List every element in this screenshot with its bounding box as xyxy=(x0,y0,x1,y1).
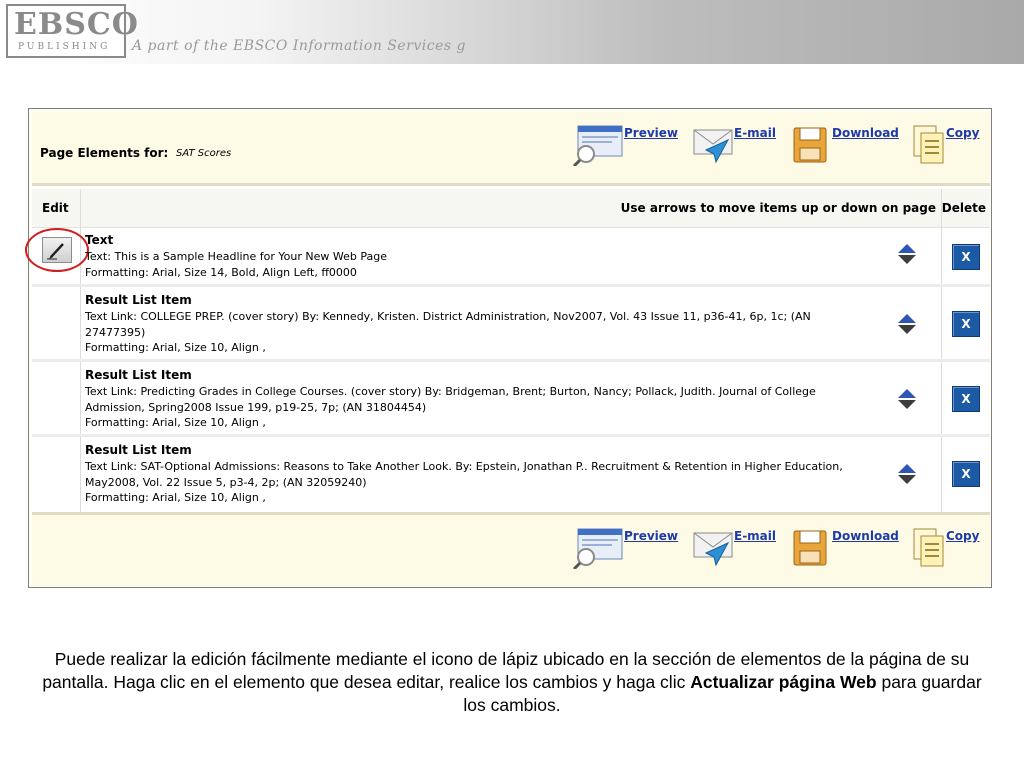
instructions-column-header: Use arrows to move items up or down on p… xyxy=(620,201,936,215)
copy-icon[interactable] xyxy=(912,124,946,166)
table-row: Result List Item Text Link: SAT-Optional… xyxy=(32,437,990,512)
preview-icon[interactable] xyxy=(572,124,624,166)
row-formatting: Formatting: Arial, Size 14, Bold, Align … xyxy=(85,265,357,279)
caption-bold: Actualizar página Web xyxy=(690,672,877,692)
delete-button[interactable]: X xyxy=(952,386,980,412)
delete-button[interactable]: X xyxy=(952,461,980,487)
row-title: Result List Item xyxy=(85,443,192,457)
preview-link[interactable]: Preview xyxy=(624,529,678,543)
move-arrows-icon[interactable] xyxy=(897,388,917,410)
row-text: Text Link: Predicting Grades in College … xyxy=(85,385,816,414)
table-header: Edit Use arrows to move items up or down… xyxy=(32,189,990,228)
tagline: A part of the EBSCO Information Services… xyxy=(132,38,466,54)
row-formatting: Formatting: Arial, Size 10, Align , xyxy=(85,341,266,354)
move-arrows-icon[interactable] xyxy=(897,313,917,335)
row-formatting: Formatting: Arial, Size 10, Align , xyxy=(85,416,266,429)
row-title: Result List Item xyxy=(85,368,192,382)
email-icon[interactable] xyxy=(692,124,734,166)
ebsco-logo: EBSCO PUBLISHING xyxy=(6,4,138,58)
row-description: Text: This is a Sample Headline for Your… xyxy=(85,249,845,280)
preview-action[interactable]: Preview xyxy=(572,527,682,569)
move-arrows-icon[interactable] xyxy=(897,243,917,265)
preview-action[interactable]: Preview xyxy=(572,124,682,166)
instruction-caption: Puede realizar la edición fácilmente med… xyxy=(40,648,984,717)
row-title: Text xyxy=(85,233,114,247)
row-text: Text Link: SAT-Optional Admissions: Reas… xyxy=(85,460,843,489)
email-link[interactable]: E-mail xyxy=(734,529,776,543)
download-action[interactable]: Download xyxy=(792,527,902,567)
move-arrows-icon[interactable] xyxy=(897,463,917,485)
download-icon[interactable] xyxy=(792,527,828,569)
download-link[interactable]: Download xyxy=(832,529,899,543)
email-link[interactable]: E-mail xyxy=(734,126,776,140)
edit-column-header: Edit xyxy=(42,201,69,215)
logo-subtext: PUBLISHING xyxy=(18,42,111,52)
panel-inner: Page Elements for: SAT Scores Preview E-… xyxy=(25,112,990,586)
row-description: Text Link: SAT-Optional Admissions: Reas… xyxy=(85,459,845,506)
highlight-circle xyxy=(25,228,89,272)
copy-action[interactable]: Copy xyxy=(912,124,987,164)
page-elements-label: Page Elements for: xyxy=(40,146,169,160)
preview-link[interactable]: Preview xyxy=(624,126,678,140)
row-description: Text Link: COLLEGE PREP. (cover story) B… xyxy=(85,309,845,356)
page-elements-value: SAT Scores xyxy=(176,148,232,159)
email-action[interactable]: E-mail xyxy=(692,527,792,567)
row-description: Text Link: Predicting Grades in College … xyxy=(85,384,845,431)
top-toolbar: Page Elements for: SAT Scores Preview E-… xyxy=(32,112,990,186)
email-action[interactable]: E-mail xyxy=(692,124,792,164)
download-icon[interactable] xyxy=(792,124,828,166)
logo-text: EBSCO xyxy=(14,7,139,42)
bottom-toolbar: Preview E-mail Download Copy xyxy=(32,512,990,586)
email-icon[interactable] xyxy=(692,527,734,569)
copy-link[interactable]: Copy xyxy=(946,529,979,543)
delete-column-header: Delete xyxy=(941,201,986,215)
download-link[interactable]: Download xyxy=(832,126,899,140)
table-row: Text Text: This is a Sample Headline for… xyxy=(25,227,990,287)
copy-action[interactable]: Copy xyxy=(912,527,987,567)
row-formatting: Formatting: Arial, Size 10, Align , xyxy=(85,491,266,504)
row-text: Text Link: COLLEGE PREP. (cover story) B… xyxy=(85,310,811,339)
header-banner: EBSCO PUBLISHING A part of the EBSCO Inf… xyxy=(0,0,1024,64)
copy-icon[interactable] xyxy=(912,527,946,569)
page-elements-panel: Page Elements for: SAT Scores Preview E-… xyxy=(25,108,992,588)
download-action[interactable]: Download xyxy=(792,124,902,164)
row-title: Result List Item xyxy=(85,293,192,307)
delete-button[interactable]: X xyxy=(952,244,980,270)
delete-button[interactable]: X xyxy=(952,311,980,337)
preview-icon[interactable] xyxy=(572,527,624,569)
copy-link[interactable]: Copy xyxy=(946,126,979,140)
table-row: Result List Item Text Link: Predicting G… xyxy=(32,362,990,437)
table-row: Result List Item Text Link: COLLEGE PREP… xyxy=(32,287,990,362)
row-text: Text: This is a Sample Headline for Your… xyxy=(85,250,387,263)
